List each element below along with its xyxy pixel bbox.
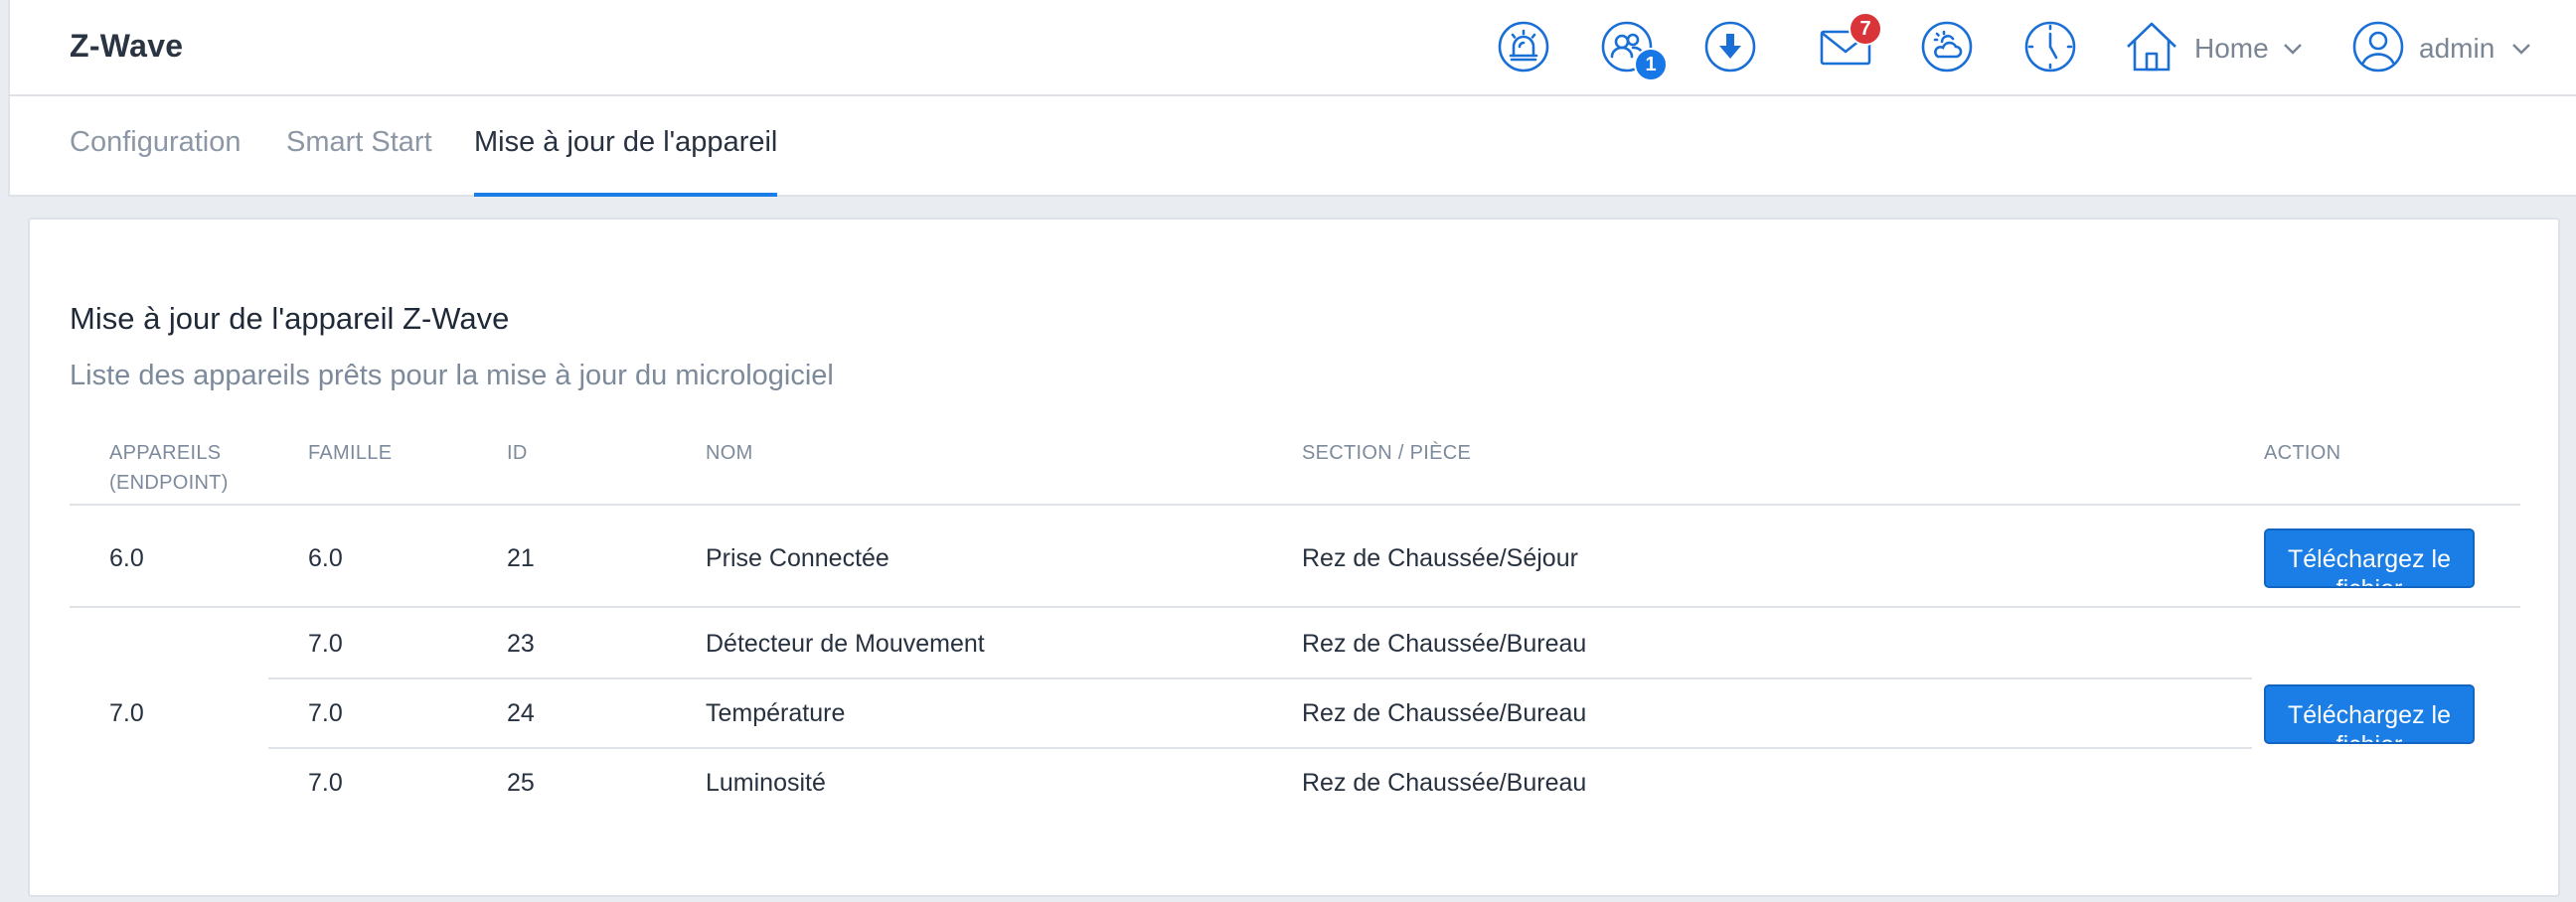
card-title: Mise à jour de l'appareil Z-Wave [70, 301, 510, 336]
row-divider [268, 747, 2252, 749]
family-cell: 7.0 [308, 699, 343, 727]
group-divider [70, 606, 2520, 608]
column-header-device-line1: APPAREILS [109, 442, 222, 464]
id-cell: 25 [507, 769, 535, 797]
name-cell: Prise Connectée [706, 544, 889, 572]
row-divider [268, 677, 2252, 679]
weather-icon[interactable] [1920, 20, 1974, 74]
id-cell: 24 [507, 699, 535, 727]
name-cell: Luminosité [706, 769, 826, 797]
name-cell: Détecteur de Mouvement [706, 630, 985, 658]
family-cell: 7.0 [308, 769, 343, 797]
tab-smart-start[interactable]: Smart Start [286, 126, 432, 197]
users-icon[interactable]: 1 [1600, 20, 1668, 81]
family-cell: 7.0 [308, 630, 343, 658]
user-avatar-icon[interactable] [2351, 20, 2405, 74]
column-header-device: APPAREILS (ENDPOINT) [109, 438, 229, 498]
house-icon[interactable] [2125, 20, 2178, 74]
device-endpoint-cell: 7.0 [109, 699, 144, 727]
clock-icon[interactable] [2023, 20, 2077, 74]
column-header-id: ID [507, 442, 528, 464]
section-cell: Rez de Chaussée/Séjour [1302, 544, 1578, 572]
download-icon[interactable] [1703, 20, 1757, 74]
card-subtitle: Liste des appareils prêts pour la mise à… [70, 360, 834, 391]
column-header-name: NOM [706, 442, 753, 464]
mail-icon[interactable]: 7 [1819, 12, 1882, 74]
device-update-card: Mise à jour de l'appareil Z-Wave Liste d… [28, 218, 2560, 897]
download-file-button[interactable]: Téléchargez le fichier [2264, 528, 2475, 588]
column-header-family: FAMILLE [308, 442, 393, 464]
chevron-down-icon[interactable] [2282, 42, 2304, 56]
family-cell: 6.0 [308, 544, 343, 572]
device-endpoint-cell: 6.0 [109, 544, 144, 572]
mail-badge: 7 [1849, 12, 1882, 46]
header-divider [70, 504, 2520, 506]
top-bar: Z-Wave 1 7 Home admin [8, 0, 2576, 96]
app-root: Z-Wave 1 7 Home admin Configuration Smar… [0, 0, 2576, 902]
column-header-section: SECTION / PIÈCE [1302, 442, 1472, 464]
user-menu-label[interactable]: admin [2419, 33, 2495, 65]
id-cell: 23 [507, 630, 535, 658]
app-title: Z-Wave [70, 28, 184, 64]
name-cell: Température [706, 699, 846, 727]
section-cell: Rez de Chaussée/Bureau [1302, 630, 1587, 658]
tab-device-update[interactable]: Mise à jour de l'appareil [474, 126, 778, 197]
tab-configuration[interactable]: Configuration [70, 126, 242, 197]
section-cell: Rez de Chaussée/Bureau [1302, 699, 1587, 727]
id-cell: 21 [507, 544, 535, 572]
section-cell: Rez de Chaussée/Bureau [1302, 769, 1587, 797]
home-selector-label[interactable]: Home [2194, 33, 2269, 65]
users-badge: 1 [1634, 48, 1668, 81]
chevron-down-icon[interactable] [2510, 42, 2532, 56]
tab-bar: Configuration Smart Start Mise à jour de… [8, 96, 2576, 197]
column-header-device-line2: (ENDPOINT) [109, 472, 229, 494]
alarm-siren-icon[interactable] [1497, 20, 1550, 74]
column-header-action: ACTION [2264, 442, 2341, 464]
download-file-button[interactable]: Téléchargez le fichier [2264, 684, 2475, 744]
